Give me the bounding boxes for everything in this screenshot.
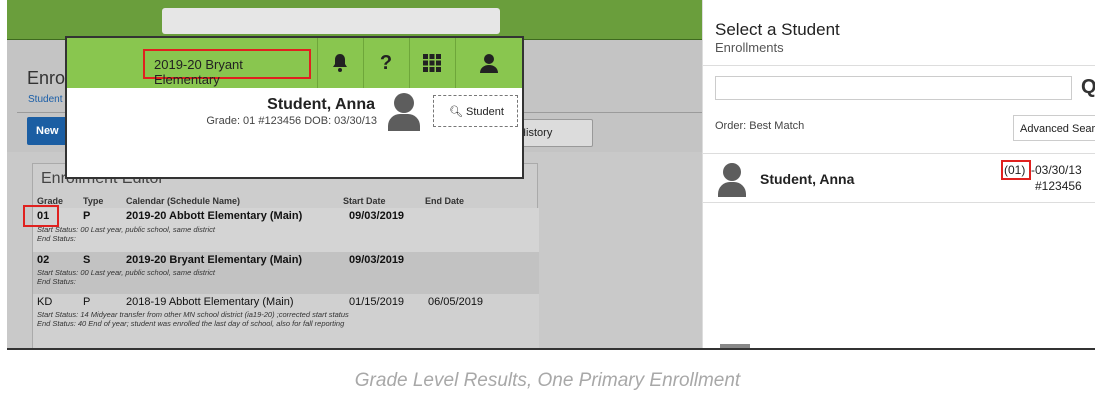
table-row[interactable]: 01 P 2019-20 Abbott Elementary (Main) 09… (33, 208, 539, 252)
divider (703, 153, 1095, 154)
divider (703, 65, 1095, 66)
popup-header-bar: 2019-20 Bryant Elementary ? (67, 38, 522, 88)
student-avatar-icon (718, 163, 746, 197)
divider (703, 202, 1095, 203)
panel-title: Select a Student (715, 20, 840, 39)
cell-end-status: End Status: (37, 234, 76, 243)
cell-grade: KD (37, 296, 53, 308)
cell-start: 09/03/2019 (349, 210, 405, 222)
cell-type: P (83, 210, 91, 222)
cell-type: P (83, 296, 91, 308)
cell-start: 09/03/2019 (349, 254, 405, 266)
result-dob: -03/30/13 (1031, 163, 1082, 177)
order-label: Order: Best Match (715, 120, 805, 132)
cell-calendar: 2019-20 Abbott Elementary (Main) (126, 210, 303, 222)
cell-calendar: 2018-19 Abbott Elementary (Main) (126, 296, 294, 308)
col-calendar[interactable]: Calendar (Schedule Name) (126, 196, 240, 206)
table-row[interactable]: 02 S 2019-20 Bryant Elementary (Main) 09… (33, 252, 539, 294)
student-name: Student, Anna (267, 96, 375, 113)
cell-end-status: End Status: (37, 277, 76, 286)
grade-highlight-box (1001, 160, 1031, 180)
student-meta: Grade: 01 #123456 DOB: 03/30/13 (206, 115, 377, 127)
top-bar (7, 0, 702, 40)
user-account-icon[interactable] (455, 38, 522, 88)
help-icon[interactable]: ? (363, 38, 408, 88)
cell-end: 06/05/2019 (428, 296, 484, 308)
cell-calendar: 2019-20 Bryant Elementary (Main) (126, 254, 303, 266)
scroll-indicator (720, 344, 750, 348)
cell-start: 01/15/2019 (349, 296, 405, 308)
school-selector[interactable]: 2019-20 Bryant Elementary (143, 49, 311, 87)
student-search-input[interactable] (715, 76, 1072, 100)
col-type[interactable]: Type (83, 196, 103, 206)
screenshot-frame: Enro Student New t History Enrollment Ed… (7, 0, 1095, 350)
panel-subtitle: Enrollments (715, 40, 784, 55)
cell-start-status: Start Status: 00 Last year, public schoo… (37, 268, 216, 277)
student-avatar-icon (388, 93, 420, 131)
table-row[interactable]: KD P 2018-19 Abbott Elementary (Main) 01… (33, 294, 539, 348)
global-search-input[interactable] (162, 8, 500, 34)
grade-highlight-box (23, 205, 59, 227)
table-header: Grade Type Calendar (Schedule Name) Star… (33, 194, 539, 208)
search-icon[interactable]: Q (1081, 76, 1095, 99)
apps-grid-icon[interactable] (409, 38, 454, 88)
breadcrumb[interactable]: Student (28, 94, 62, 105)
student-search-label: Student (466, 106, 504, 118)
student-search-button[interactable]: 🔍︎ Student (433, 95, 518, 127)
search-icon: 🔍︎ (449, 106, 463, 118)
advanced-search-button[interactable]: Advanced Search (1013, 115, 1095, 141)
figure-caption: Grade Level Results, One Primary Enrollm… (354, 370, 741, 391)
student-popup: 2019-20 Bryant Elementary ? Student, Ann… (65, 36, 524, 179)
result-student-id: #123456 (1035, 179, 1082, 193)
result-student-name: Student, Anna (760, 171, 855, 187)
cell-grade: 02 (37, 254, 50, 266)
notifications-bell-icon[interactable] (317, 38, 362, 88)
enrollment-editor: Enrollment Editor Grade Type Calendar (S… (32, 163, 539, 348)
col-end-date[interactable]: End Date (425, 196, 464, 206)
page-title: Enro (27, 68, 66, 88)
cell-type: S (83, 254, 91, 266)
cell-start-status: Start Status: 14 Midyear transfer from o… (37, 310, 349, 319)
cell-end-status: End Status: 40 End of year; student was … (37, 319, 345, 328)
col-start-date[interactable]: Start Date (343, 196, 386, 206)
cell-start-status: Start Status: 00 Last year, public schoo… (37, 225, 216, 234)
select-student-panel: Select a Student Enrollments Q Order: Be… (702, 0, 1095, 348)
